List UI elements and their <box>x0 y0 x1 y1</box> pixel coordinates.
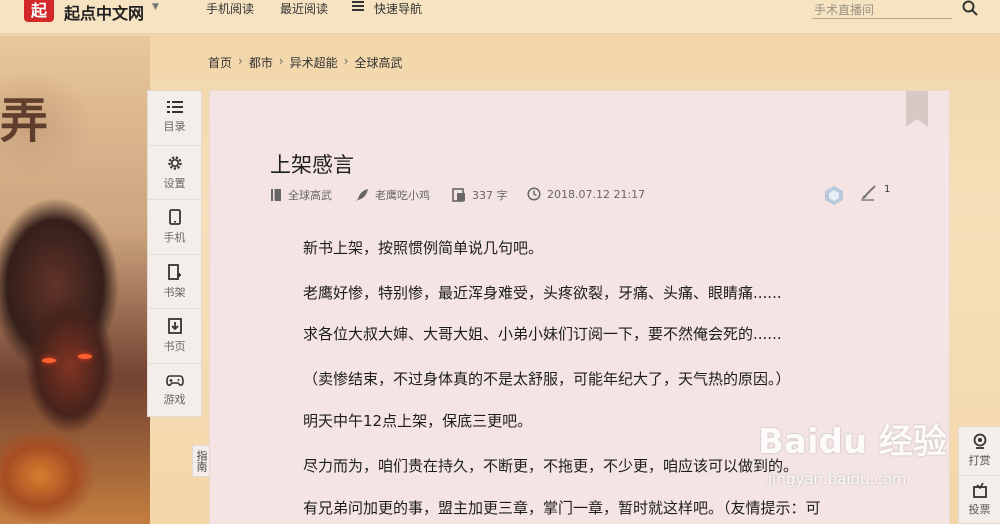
toolbar-label: 目录 <box>163 120 186 133</box>
toolbar-bookshelf[interactable]: 书架 <box>148 255 201 309</box>
gift-icon[interactable] <box>823 184 845 206</box>
author-meta[interactable]: 老鹰吃小鸡 <box>355 187 430 203</box>
nav-mobile-reading[interactable]: 手机阅读 <box>206 0 254 17</box>
bookmark-icon[interactable] <box>906 91 928 127</box>
caret-down-icon[interactable]: ▼ <box>152 2 159 12</box>
watermark-url: jingyan.baidu.com <box>768 470 907 488</box>
toolbar-label: 书页 <box>163 340 186 353</box>
nav-recent-reading[interactable]: 最近阅读 <box>280 0 328 17</box>
reward-button[interactable]: 打赏 <box>959 427 1000 476</box>
background-calligraphy: 弄 <box>0 93 49 149</box>
chevron-right-icon: › <box>343 54 349 68</box>
chapter-paragraph: 尽力而为，咱们贵在持久，不断更，不拖更，不少更，咱应该可以做到的。 <box>303 457 799 475</box>
chapter-paragraph: 有兄弟问加更的事，盟主加更三章，掌门一章，暂时就这样吧。（友情提示：可 <box>303 499 821 517</box>
reward-icon <box>973 433 986 449</box>
chapter-paragraph: 明天中午12点上架，保底三更吧。 <box>303 412 533 430</box>
gear-icon <box>167 155 182 170</box>
toolbar-label: 游戏 <box>163 392 186 406</box>
toolbar-phone[interactable]: 手机 <box>148 200 201 255</box>
date-meta: 2018.07.12 21:17 <box>527 187 645 201</box>
toolbar-label: 设置 <box>163 176 186 190</box>
right-toolbar: 打赏 投票 <box>958 426 1000 524</box>
nav-quick-navigation[interactable]: 快速导航 <box>374 0 422 17</box>
guide-tab[interactable]: 指南 <box>192 445 210 477</box>
reader-toolbar: 目录 设置 手机 书架 书页 游戏 <box>147 90 202 417</box>
word-count: 337 字 <box>472 189 508 202</box>
word-count-meta: 337 字 <box>452 187 508 203</box>
vote-label: 投票 <box>968 503 991 516</box>
vote-icon <box>972 482 987 498</box>
vote-button[interactable]: 投票 <box>959 476 1000 524</box>
breadcrumb-book[interactable]: 全球高武 <box>354 54 402 71</box>
book-page-icon <box>167 318 182 334</box>
chapter-paragraph: 新书上架，按照惯例简单说几句吧。 <box>303 239 544 257</box>
phone-icon <box>168 209 181 225</box>
breadcrumb: 首页 › 都市 › 异术超能 › 全球高武 <box>208 54 403 71</box>
gamepad-icon <box>165 374 184 386</box>
book-icon <box>271 189 281 201</box>
bookshelf-icon <box>167 263 181 280</box>
quill-icon <box>356 189 368 201</box>
brush-count: 1 <box>884 184 891 195</box>
chevron-right-icon: › <box>238 54 243 68</box>
clock-icon <box>527 187 541 201</box>
breadcrumb-category[interactable]: 都市 <box>249 54 273 71</box>
brush-icon[interactable] <box>860 185 878 201</box>
breadcrumb-subcategory[interactable]: 异术超能 <box>290 54 338 71</box>
chevron-right-icon: › <box>278 54 284 68</box>
chapter-paragraph: 老鹰好惨，特别惨，最近浑身难受，头疼欲裂，牙痛、头痛、眼睛痛...... <box>303 284 782 302</box>
author-name[interactable]: 老鹰吃小鸡 <box>375 187 430 203</box>
book-name-meta[interactable]: 全球高武 <box>270 187 332 203</box>
search-input[interactable] <box>812 1 952 19</box>
toolbar-label: 手机 <box>163 231 186 244</box>
chapter-paragraph: 求各位大叔大婶、大哥大姐、小弟小妹们订阅一下，要不然俺会死的...... <box>303 325 782 343</box>
document-icon <box>452 188 465 202</box>
chapter-title: 上架感言 <box>270 153 354 177</box>
toolbar-games[interactable]: 游戏 <box>148 364 201 419</box>
publish-date: 2018.07.12 21:17 <box>547 187 646 201</box>
menu-icon[interactable] <box>352 1 364 11</box>
book-name[interactable]: 全球高武 <box>288 187 332 203</box>
watermark-main: Baidu 经验 <box>758 422 947 462</box>
toolbar-label: 书架 <box>163 285 186 299</box>
search-icon[interactable] <box>962 0 978 16</box>
artwork-eye <box>42 358 56 363</box>
reward-label: 打赏 <box>968 454 991 467</box>
site-name[interactable]: 起点中文网 <box>64 0 144 24</box>
toolbar-book-page[interactable]: 书页 <box>148 309 201 364</box>
artwork-eye <box>78 354 92 359</box>
site-logo[interactable]: 起 <box>24 0 54 22</box>
toolbar-settings[interactable]: 设置 <box>148 146 201 200</box>
top-navigation-bar: 起 起点中文网 ▼ 手机阅读 最近阅读 快速导航 <box>0 0 1000 34</box>
list-icon <box>166 101 183 113</box>
chapter-paragraph: （卖惨结束，不过身体真的不是太舒服，可能年纪大了，天气热的原因。） <box>303 370 791 388</box>
breadcrumb-home[interactable]: 首页 <box>208 54 232 71</box>
background-artwork: 弄 <box>0 36 150 524</box>
toolbar-catalog[interactable]: 目录 <box>148 91 201 146</box>
